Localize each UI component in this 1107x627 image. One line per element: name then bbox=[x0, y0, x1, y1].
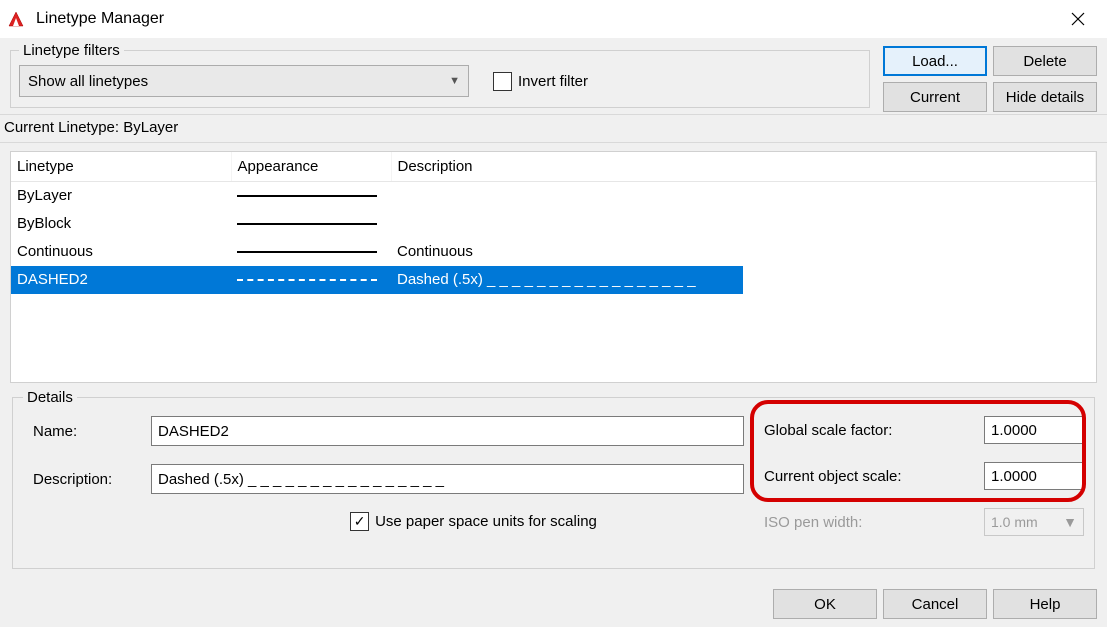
iso-pen-label: ISO pen width: bbox=[764, 514, 862, 531]
set-current-button[interactable]: Current bbox=[883, 82, 987, 112]
solid-line-icon bbox=[237, 223, 377, 225]
cell-description bbox=[391, 182, 743, 210]
cell-spacer bbox=[743, 210, 1095, 238]
solid-line-icon bbox=[237, 195, 377, 197]
ok-button[interactable]: OK bbox=[773, 589, 877, 619]
cell-spacer bbox=[743, 238, 1095, 266]
filters-legend: Linetype filters bbox=[19, 42, 124, 59]
table-row[interactable]: ByBlock bbox=[11, 210, 1096, 238]
global-scale-label: Global scale factor: bbox=[764, 422, 892, 439]
description-input[interactable] bbox=[151, 464, 744, 494]
details-group: Details Name: Description: ✓ Use paper bbox=[12, 389, 1095, 569]
paperspace-label: Use paper space units for scaling bbox=[375, 513, 597, 530]
delete-button[interactable]: Delete bbox=[993, 46, 1097, 76]
cell-description bbox=[391, 210, 743, 238]
col-description[interactable]: Description bbox=[391, 152, 1096, 182]
linetype-table[interactable]: Linetype Appearance Description ByLayerB… bbox=[10, 151, 1097, 383]
iso-pen-value: 1.0 mm bbox=[991, 514, 1038, 530]
invert-filter-checkbox[interactable]: Invert filter bbox=[493, 72, 588, 91]
close-button[interactable] bbox=[1055, 3, 1101, 35]
window-title: Linetype Manager bbox=[36, 10, 1055, 28]
paperspace-checkbox[interactable]: ✓ Use paper space units for scaling bbox=[350, 512, 597, 531]
iso-pen-combo: 1.0 mm ▼ bbox=[984, 508, 1084, 536]
global-scale-input[interactable] bbox=[984, 416, 1084, 444]
name-label: Name: bbox=[23, 423, 143, 440]
cancel-button[interactable]: Cancel bbox=[883, 589, 987, 619]
table-row[interactable]: Continuous Continuous bbox=[11, 238, 1096, 266]
chevron-down-icon: ▼ bbox=[1063, 514, 1077, 530]
details-legend: Details bbox=[23, 389, 77, 406]
app-logo-icon bbox=[6, 9, 26, 29]
col-linetype[interactable]: Linetype bbox=[11, 152, 231, 182]
chevron-down-icon: ▼ bbox=[449, 75, 460, 87]
cell-description: Continuous bbox=[391, 238, 743, 266]
load-button[interactable]: Load... bbox=[883, 46, 987, 76]
hide-details-button[interactable]: Hide details bbox=[993, 82, 1097, 112]
cell-appearance bbox=[231, 266, 391, 294]
titlebar: Linetype Manager bbox=[0, 0, 1107, 38]
checkbox-box: ✓ bbox=[350, 512, 369, 531]
cell-description: Dashed (.5x) _ _ _ _ _ _ _ _ _ _ _ _ _ _… bbox=[391, 266, 743, 294]
cell-appearance bbox=[231, 210, 391, 238]
object-scale-input[interactable] bbox=[984, 462, 1084, 490]
description-label: Description: bbox=[23, 471, 143, 488]
table-row[interactable]: DASHED2 Dashed (.5x) _ _ _ _ _ _ _ _ _ _ … bbox=[11, 266, 1096, 294]
checkbox-box bbox=[493, 72, 512, 91]
linetype-manager-dialog: Linetype Manager Linetype filters Show a… bbox=[0, 0, 1107, 627]
cell-linetype: Continuous bbox=[11, 238, 231, 266]
linetype-filters-group: Linetype filters Show all linetypes ▼ In… bbox=[10, 42, 870, 108]
top-buttons: Load... Delete Current Hide details bbox=[883, 46, 1097, 112]
current-linetype-label: Current Linetype: ByLayer bbox=[0, 114, 1107, 143]
name-input[interactable] bbox=[151, 416, 744, 446]
dashed-line-icon bbox=[237, 279, 377, 281]
table-row[interactable]: ByLayer bbox=[11, 182, 1096, 210]
table-header-row: Linetype Appearance Description bbox=[11, 152, 1096, 182]
cell-linetype: ByLayer bbox=[11, 182, 231, 210]
filter-combo[interactable]: Show all linetypes ▼ bbox=[19, 65, 469, 97]
cell-spacer bbox=[743, 266, 1095, 294]
dialog-footer: OK Cancel Help bbox=[773, 589, 1097, 619]
help-button[interactable]: Help bbox=[993, 589, 1097, 619]
filter-combo-value: Show all linetypes bbox=[28, 73, 148, 90]
cell-appearance bbox=[231, 182, 391, 210]
object-scale-label: Current object scale: bbox=[764, 468, 902, 485]
cell-appearance bbox=[231, 238, 391, 266]
col-appearance[interactable]: Appearance bbox=[231, 152, 391, 182]
solid-line-icon bbox=[237, 251, 377, 253]
cell-linetype: DASHED2 bbox=[11, 266, 231, 294]
cell-linetype: ByBlock bbox=[11, 210, 231, 238]
invert-filter-label: Invert filter bbox=[518, 73, 588, 90]
cell-spacer bbox=[743, 182, 1095, 210]
